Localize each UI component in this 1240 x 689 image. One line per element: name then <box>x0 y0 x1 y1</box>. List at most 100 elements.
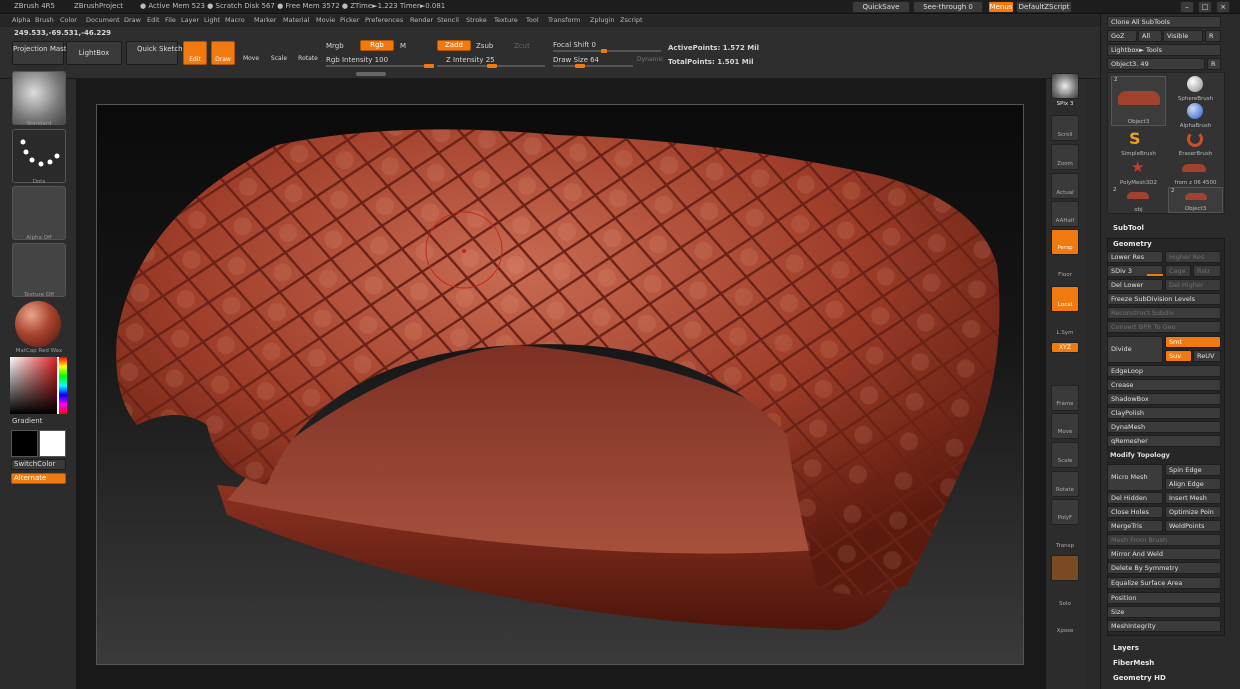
qremesher-section[interactable]: qRemesher <box>1107 435 1221 447</box>
tool-object3-copy[interactable]: 2 Object3 <box>1168 187 1223 213</box>
frame-button[interactable] <box>1051 385 1079 411</box>
lightbox-button[interactable]: LightBox <box>66 41 122 65</box>
projection-master-button[interactable]: Projection Master <box>12 41 74 65</box>
menu-document[interactable]: Document <box>86 16 120 24</box>
menu-zplugin[interactable]: Zplugin <box>590 16 615 24</box>
hue-strip[interactable] <box>59 357 67 414</box>
polyf-button[interactable] <box>1051 499 1079 525</box>
menu-marker[interactable]: Marker <box>254 16 276 24</box>
meshintegrity-section[interactable]: MeshIntegrity <box>1107 620 1221 632</box>
zsub-toggle[interactable]: Zsub <box>476 42 493 50</box>
rstr-button[interactable]: Rstr <box>1193 265 1221 277</box>
menu-file[interactable]: File <box>165 16 176 24</box>
mrgb-toggle[interactable]: Mrgb <box>326 42 344 50</box>
move-mode-button[interactable]: Move <box>239 41 263 65</box>
draw-size-slider[interactable] <box>553 64 633 68</box>
reconstruct-subdiv-button[interactable]: Reconstruct Subdiv <box>1107 307 1221 319</box>
menu-zscript[interactable]: Zscript <box>620 16 643 24</box>
clone-all-subtools-button[interactable]: Clone All SubTools <box>1107 16 1221 28</box>
del-lower-button[interactable]: Del Lower <box>1107 279 1163 291</box>
subtool-section[interactable]: SubTool <box>1113 224 1144 232</box>
tool-eraserbrush[interactable]: EraserBrush <box>1168 131 1223 157</box>
default-zscript-button[interactable]: DefaultZScript <box>1016 1 1072 13</box>
del-hidden-button[interactable]: Del Hidden <box>1107 492 1163 504</box>
close-icon[interactable]: × <box>1216 1 1230 13</box>
goz-all-button[interactable]: All <box>1138 30 1162 42</box>
higher-res-button[interactable]: Higher Res <box>1165 251 1221 263</box>
menu-material[interactable]: Material <box>283 16 309 24</box>
align-edge-button[interactable]: Align Edge <box>1165 478 1221 490</box>
material-thumbnail[interactable] <box>12 299 66 353</box>
menu-preferences[interactable]: Preferences <box>365 16 403 24</box>
reuv-button[interactable]: ReUV <box>1193 350 1221 362</box>
ghost-button[interactable] <box>1051 555 1079 581</box>
divide-button[interactable]: Divide <box>1107 336 1163 363</box>
see-through-slider[interactable]: See-through 0 <box>913 1 983 13</box>
solo-button[interactable]: Solo <box>1046 601 1084 607</box>
weldpoints-button[interactable]: WeldPoints <box>1165 520 1221 532</box>
texture-thumbnail[interactable] <box>12 243 66 297</box>
menus-button[interactable]: Menus <box>988 1 1014 13</box>
tool-polymesh3d2[interactable]: ★ PolyMesh3D2 <box>1111 158 1166 186</box>
xyz-button[interactable]: XYZ <box>1051 342 1079 353</box>
claypolish-section[interactable]: ClayPolish <box>1107 407 1221 419</box>
focal-shift-slider[interactable] <box>553 49 661 53</box>
tool-spherebrush[interactable]: SphereBrush <box>1168 76 1223 102</box>
lsym-button[interactable]: L.Sym <box>1046 330 1084 336</box>
menu-draw[interactable]: Draw <box>124 16 141 24</box>
rotate-button[interactable] <box>1051 471 1079 497</box>
scale-button[interactable] <box>1051 442 1079 468</box>
crease-section[interactable]: Crease <box>1107 379 1221 391</box>
insert-mesh-button[interactable]: Insert Mesh <box>1165 492 1221 504</box>
shadowbox-section[interactable]: ShadowBox <box>1107 393 1221 405</box>
menu-texture[interactable]: Texture <box>494 16 518 24</box>
geometry-section[interactable]: Geometry <box>1113 240 1152 248</box>
xpose-button[interactable]: Xpose <box>1046 628 1084 634</box>
brush-thumbnail[interactable] <box>12 71 66 125</box>
color-saturation-square[interactable] <box>10 357 57 414</box>
goz-visible-button[interactable]: Visible <box>1163 30 1203 42</box>
edgeloop-section[interactable]: EdgeLoop <box>1107 365 1221 377</box>
move-button[interactable] <box>1051 413 1079 439</box>
rgb-intensity-slider[interactable] <box>326 64 434 68</box>
menu-brush[interactable]: Brush <box>35 16 54 24</box>
goz-button[interactable]: GoZ <box>1107 30 1137 42</box>
rotate-mode-button[interactable]: Rotate <box>295 41 321 65</box>
menu-movie[interactable]: Movie <box>316 16 335 24</box>
tool-from-z[interactable]: from z 06 4500 <box>1168 160 1223 186</box>
lightbox-tools-button[interactable]: Lightbox► Tools <box>1107 44 1221 56</box>
persp-button[interactable] <box>1051 229 1079 255</box>
menu-tool[interactable]: Tool <box>526 16 539 24</box>
suv-toggle[interactable]: Suv <box>1165 350 1192 362</box>
menu-stroke[interactable]: Stroke <box>466 16 487 24</box>
switch-color-button[interactable]: SwitchColor <box>11 459 66 470</box>
convert-bpr-button[interactable]: Convert BPR To Geo <box>1107 321 1221 333</box>
transp-button[interactable]: Transp <box>1046 543 1084 549</box>
optimize-points-button[interactable]: Optimize Poin <box>1165 506 1221 518</box>
mirror-and-weld-button[interactable]: Mirror And Weld <box>1107 548 1221 560</box>
quick-sketch-button[interactable]: Quick Sketch <box>126 41 183 65</box>
menu-light[interactable]: Light <box>204 16 220 24</box>
floor-button[interactable]: Floor <box>1046 272 1084 278</box>
spix-slider[interactable]: SPix 3 <box>1046 101 1084 107</box>
spin-edge-button[interactable]: Spin Edge <box>1165 464 1221 476</box>
document-canvas[interactable] <box>96 104 1024 665</box>
lower-res-button[interactable]: Lower Res <box>1107 251 1163 263</box>
freeze-subdivision-button[interactable]: Freeze SubDivision Levels <box>1107 293 1221 305</box>
zadd-toggle[interactable]: Zadd <box>437 40 471 51</box>
tool-alphabrush[interactable]: AlphaBrush <box>1168 103 1223 129</box>
micro-mesh-button[interactable]: Micro Mesh <box>1107 464 1163 491</box>
close-holes-button[interactable]: Close Holes <box>1107 506 1163 518</box>
fibermesh-section[interactable]: FiberMesh <box>1113 659 1154 667</box>
z-intensity-slider[interactable] <box>437 64 545 68</box>
alpha-thumbnail[interactable] <box>12 186 66 240</box>
menu-transform[interactable]: Transform <box>548 16 580 24</box>
secondary-color-swatch[interactable] <box>11 430 38 457</box>
geometry-hd-section[interactable]: Geometry HD <box>1113 674 1166 682</box>
rgb-toggle[interactable]: Rgb <box>360 40 394 51</box>
scale-mode-button[interactable]: Scale <box>267 41 291 65</box>
minimize-icon[interactable]: – <box>1180 1 1194 13</box>
menu-alpha[interactable]: Alpha <box>12 16 30 24</box>
sofa-model[interactable] <box>97 105 1025 666</box>
dynamic-toggle[interactable]: Dynamic <box>637 56 663 63</box>
